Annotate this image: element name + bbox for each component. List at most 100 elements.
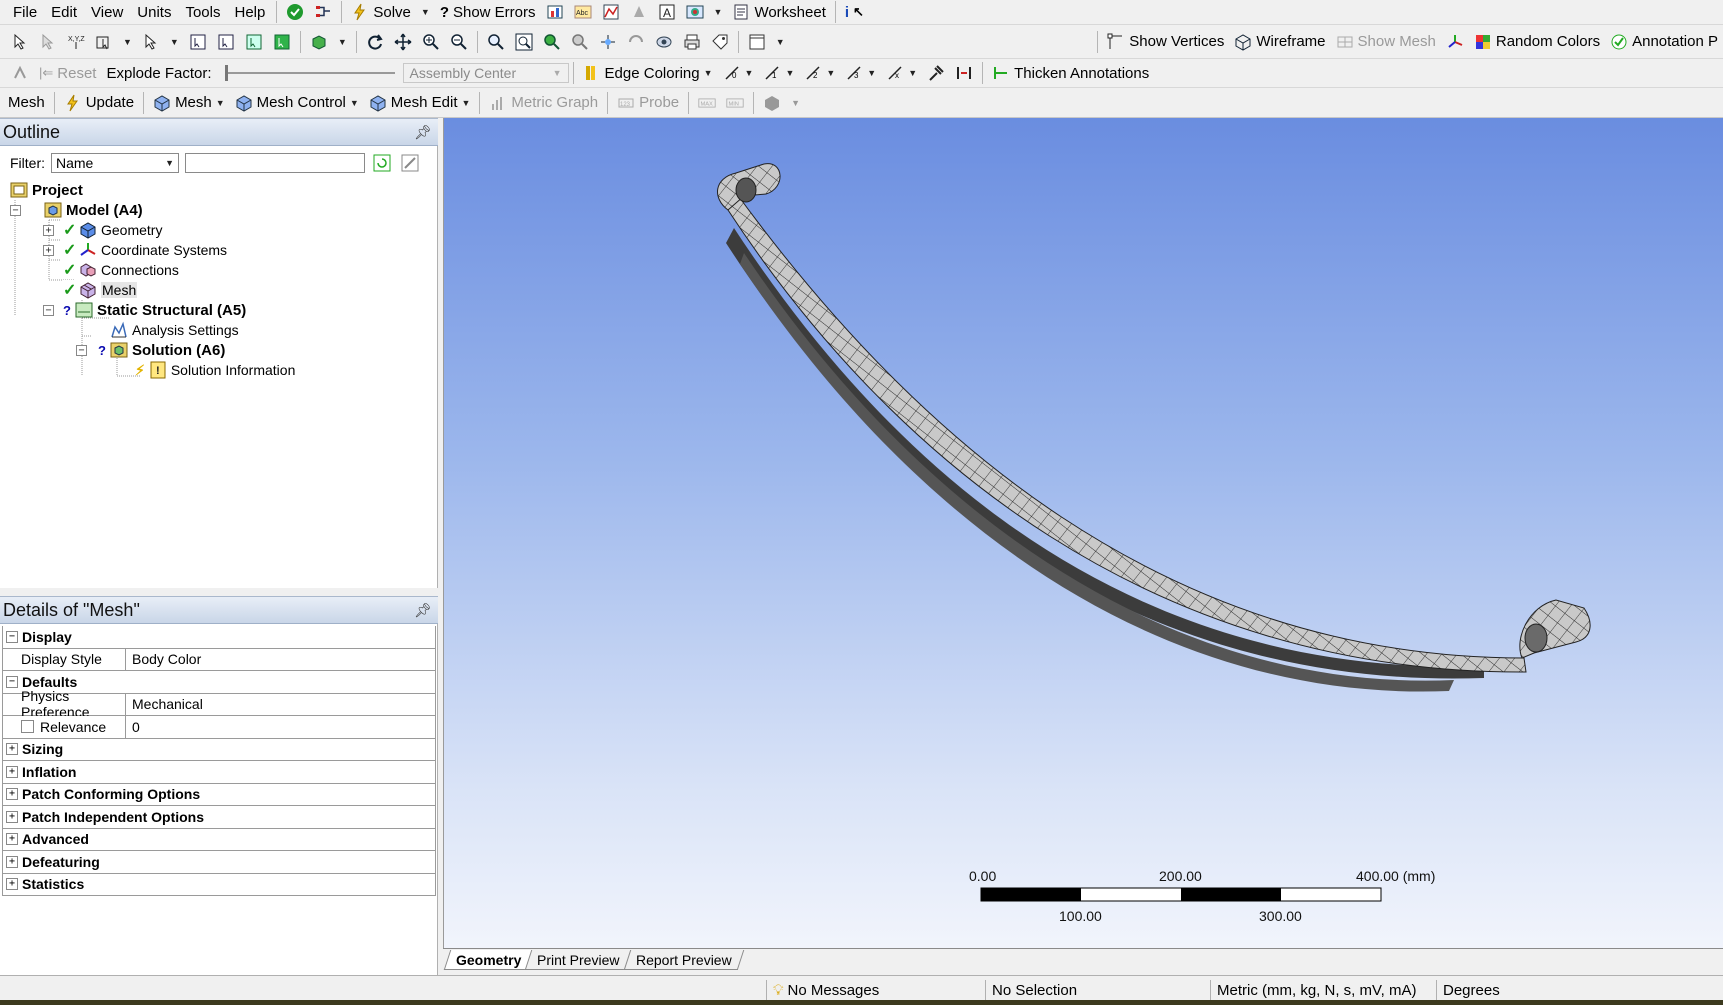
- triad-icon[interactable]: [1441, 29, 1469, 55]
- pin-icon[interactable]: 📌︎: [414, 602, 432, 619]
- collapse-icon[interactable]: −: [6, 630, 18, 643]
- wireframe-button[interactable]: Wireframe: [1229, 30, 1330, 54]
- group-defeaturing[interactable]: + Defeaturing: [2, 851, 436, 874]
- printer-icon[interactable]: [678, 29, 706, 55]
- edge-style-x-button[interactable]: x ▼: [881, 61, 922, 85]
- solve-dropdown[interactable]: ▼: [416, 0, 435, 24]
- image-dropdown[interactable]: ▼: [709, 0, 728, 24]
- text-annotation-icon[interactable]: A: [653, 0, 681, 24]
- tree-item-analysis-settings[interactable]: Analysis Settings: [110, 320, 239, 340]
- vertex-select-icon[interactable]: [184, 29, 212, 55]
- graph-icon[interactable]: [597, 0, 625, 24]
- geometry-expand-toggle[interactable]: +: [43, 225, 54, 236]
- menu-help[interactable]: Help: [228, 4, 273, 21]
- box-zoom-icon[interactable]: [445, 29, 473, 55]
- expand-icon[interactable]: +: [6, 833, 18, 846]
- thicken-annotations-button[interactable]: Thicken Annotations: [987, 61, 1154, 85]
- mesh-menu-button[interactable]: Mesh ▼: [148, 91, 230, 115]
- group-advanced[interactable]: + Advanced: [2, 828, 436, 851]
- previous-view-icon[interactable]: [622, 29, 650, 55]
- explode-slider[interactable]: [224, 63, 395, 83]
- reset-button[interactable]: |⇐ Reset: [34, 61, 101, 85]
- group-inflation[interactable]: + Inflation: [2, 761, 436, 784]
- group-sizing[interactable]: + Sizing: [2, 738, 436, 761]
- pin-icon[interactable]: 📌︎: [414, 124, 432, 141]
- assembly-center-select[interactable]: Assembly Center ▼: [402, 63, 569, 83]
- menu-file[interactable]: File: [6, 4, 44, 21]
- explode-icon[interactable]: [6, 60, 34, 86]
- pan-icon[interactable]: [389, 29, 417, 55]
- zoom-to-fit-icon[interactable]: [482, 29, 510, 55]
- cursor-mode-icon[interactable]: [34, 29, 62, 55]
- menu-edit[interactable]: Edit: [44, 4, 84, 21]
- filter-select[interactable]: Name ▼: [51, 153, 179, 173]
- group-display[interactable]: − Display: [2, 626, 436, 649]
- select-mode-dropdown[interactable]: ▼: [118, 30, 137, 54]
- static-structural-collapse-toggle[interactable]: −: [43, 305, 54, 316]
- expand-icon[interactable]: +: [6, 855, 18, 868]
- edge-coloring-button[interactable]: Edge Coloring ▼: [578, 61, 718, 85]
- tab-geometry[interactable]: Geometry: [443, 950, 534, 970]
- metric-graph-button[interactable]: Metric Graph: [484, 91, 603, 115]
- coordinate-systems-expand-toggle[interactable]: +: [43, 245, 54, 256]
- extend-selection-icon[interactable]: [305, 29, 333, 55]
- model-collapse-toggle[interactable]: −: [10, 205, 21, 216]
- update-button[interactable]: Update: [59, 91, 139, 115]
- pin-edge-icon[interactable]: [922, 60, 950, 86]
- worksheet-button[interactable]: Worksheet: [727, 0, 830, 24]
- tree-connect-icon[interactable]: [309, 0, 337, 24]
- tree-item-project[interactable]: Project: [10, 180, 83, 200]
- tree-item-static-structural[interactable]: ? Static Structural (A5): [63, 300, 246, 320]
- group-statistics[interactable]: + Statistics: [2, 873, 436, 896]
- body-select-icon[interactable]: [268, 29, 296, 55]
- select-type-dropdown[interactable]: ▼: [165, 30, 184, 54]
- abc-comment-icon[interactable]: Abc: [569, 0, 597, 24]
- tree-item-solution[interactable]: ? Solution (A6): [98, 340, 225, 360]
- body-visibility-icon[interactable]: [758, 90, 786, 116]
- expand-icon[interactable]: +: [6, 743, 18, 756]
- zoom-icon[interactable]: [417, 29, 445, 55]
- min-icon[interactable]: MIN: [721, 90, 749, 116]
- edge-style-2-button[interactable]: 2 ▼: [799, 61, 840, 85]
- tree-item-model[interactable]: Model (A4): [44, 200, 143, 220]
- expand-icon[interactable]: +: [6, 878, 18, 891]
- tree-item-connections[interactable]: ✓ Connections: [63, 260, 179, 280]
- select-mode-icon[interactable]: [90, 29, 118, 55]
- body-visibility-dropdown[interactable]: ▼: [786, 91, 805, 115]
- show-errors-button[interactable]: ? Show Errors: [435, 0, 541, 24]
- filter-input[interactable]: [185, 153, 365, 173]
- xyz-icon[interactable]: X,Y,Z: [62, 29, 90, 55]
- leaf-spring-model[interactable]: 0.00 200.00 400.00 (mm) 100.00 300.00: [444, 118, 1723, 953]
- refresh-filter-icon[interactable]: [371, 150, 393, 176]
- solution-collapse-toggle[interactable]: −: [76, 345, 87, 356]
- zoom-green-icon[interactable]: [538, 29, 566, 55]
- views-icon[interactable]: [594, 29, 622, 55]
- face-select-icon[interactable]: [240, 29, 268, 55]
- hide-icon[interactable]: [650, 29, 678, 55]
- tab-report-preview[interactable]: Report Preview: [623, 950, 744, 970]
- check-icon[interactable]: [281, 0, 309, 24]
- show-vertices-button[interactable]: Show Vertices: [1102, 30, 1229, 54]
- image-insert-icon[interactable]: [681, 0, 709, 24]
- chart-insert-icon[interactable]: [541, 0, 569, 24]
- random-colors-button[interactable]: Random Colors: [1469, 30, 1605, 54]
- edge-style-0-button[interactable]: 0 ▼: [718, 61, 759, 85]
- menu-view[interactable]: View: [84, 4, 130, 21]
- menu-tools[interactable]: Tools: [178, 4, 227, 21]
- magnifier-window-icon[interactable]: [510, 29, 538, 55]
- probe-button[interactable]: 123 Probe: [612, 91, 684, 115]
- thicken-edges-icon[interactable]: [950, 60, 978, 86]
- tab-print-preview[interactable]: Print Preview: [525, 950, 633, 970]
- mesh-edit-button[interactable]: Mesh Edit ▼: [364, 91, 476, 115]
- edge-style-1-button[interactable]: 1 ▼: [758, 61, 799, 85]
- row-display-style[interactable]: Display Style Body Color: [2, 648, 436, 671]
- expand-icon[interactable]: +: [6, 788, 18, 801]
- mesh-control-button[interactable]: Mesh Control ▼: [230, 91, 364, 115]
- tree-item-solution-information[interactable]: ⚡︎ ! Solution Information: [135, 360, 295, 380]
- solve-button[interactable]: Solve: [346, 0, 416, 24]
- rotate-icon[interactable]: [361, 29, 389, 55]
- edge-select-icon[interactable]: [212, 29, 240, 55]
- messages-status[interactable]: 💡︎ No Messages: [766, 979, 985, 1002]
- viewports-dropdown[interactable]: ▼: [771, 30, 790, 54]
- tag-icon[interactable]: [706, 29, 734, 55]
